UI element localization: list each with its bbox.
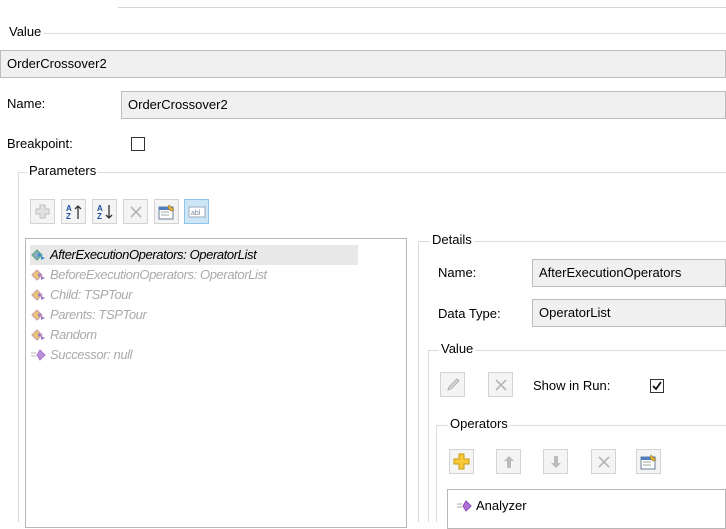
- clear-value-button[interactable]: [488, 372, 513, 397]
- move-up-button[interactable]: [496, 449, 521, 474]
- add-icon: [453, 453, 470, 470]
- text-field-icon: abl: [188, 206, 205, 217]
- value-group-border: [10, 33, 726, 34]
- sort-ascending-button[interactable]: A Z: [61, 199, 86, 224]
- svg-text:abl: abl: [191, 210, 201, 217]
- details-value-group-title: Value: [439, 341, 476, 357]
- parameter-icon: [31, 269, 45, 281]
- list-item[interactable]: Child: TSPTour: [30, 285, 132, 305]
- details-name-field[interactable]: AfterExecutionOperators: [532, 259, 726, 287]
- properties-icon: [640, 453, 657, 469]
- show-in-run-label: Show in Run:: [533, 378, 611, 393]
- parameters-group-left-border: [18, 172, 19, 522]
- add-icon: [35, 204, 50, 219]
- move-down-button[interactable]: [543, 449, 568, 474]
- details-datatype-field[interactable]: OperatorList: [532, 299, 726, 327]
- list-item[interactable]: Successor: null: [30, 345, 133, 365]
- arrow-down-icon: [550, 455, 561, 468]
- value-group-title: Value: [7, 24, 44, 40]
- name-field[interactable]: OrderCrossover2: [121, 91, 726, 119]
- list-item[interactable]: Parents: TSPTour: [30, 305, 147, 325]
- remove-icon: [494, 378, 507, 391]
- details-datatype-label: Data Type:: [438, 306, 501, 321]
- svg-text:Z: Z: [66, 212, 71, 221]
- operator-properties-button[interactable]: [636, 449, 661, 474]
- details-group-left-border: [418, 241, 419, 522]
- operators-list[interactable]: Analyzer: [447, 489, 726, 529]
- sort-descending-icon: A Z: [97, 204, 112, 221]
- list-item[interactable]: BeforeExecutionOperators: OperatorList: [30, 265, 267, 285]
- remove-parameter-button[interactable]: [123, 199, 148, 224]
- sort-descending-button[interactable]: A Z: [92, 199, 117, 224]
- svg-text:Z: Z: [97, 212, 102, 221]
- parameters-group-border: [18, 172, 726, 173]
- remove-icon: [597, 455, 610, 468]
- add-operator-button[interactable]: [449, 449, 474, 474]
- parameter-icon: [31, 249, 45, 261]
- details-name-label: Name:: [438, 265, 477, 280]
- name-label: Name:: [7, 96, 46, 111]
- pencil-icon: [446, 377, 460, 391]
- operators-group-left-border: [436, 425, 437, 522]
- parameter-icon: [31, 309, 45, 321]
- list-item[interactable]: Random: [30, 325, 97, 345]
- text-field-button[interactable]: abl: [184, 199, 209, 224]
- edit-value-button[interactable]: [440, 372, 465, 397]
- properties-icon: [158, 203, 175, 219]
- details-value-group-left-border: [428, 350, 429, 522]
- arrow-up-icon: [503, 455, 514, 468]
- remove-operator-button[interactable]: [591, 449, 616, 474]
- properties-button[interactable]: [154, 199, 179, 224]
- parameter-icon: [31, 289, 45, 301]
- details-group-title: Details: [430, 232, 474, 248]
- checkmark-icon: [652, 381, 662, 391]
- operators-group-title: Operators: [448, 416, 510, 432]
- parameter-icon: [31, 329, 45, 341]
- breakpoint-label: Breakpoint:: [7, 136, 73, 151]
- parameters-group-title: Parameters: [27, 163, 99, 179]
- operator-icon: [457, 500, 472, 512]
- show-in-run-checkbox[interactable]: [650, 379, 664, 393]
- list-item[interactable]: Analyzer: [456, 496, 527, 516]
- list-item[interactable]: AfterExecutionOperators: OperatorList: [30, 245, 358, 265]
- value-field[interactable]: OrderCrossover2: [0, 50, 726, 78]
- sort-ascending-icon: A Z: [66, 204, 81, 221]
- breakpoint-checkbox[interactable]: [131, 137, 145, 151]
- top-divider: [118, 7, 726, 8]
- parameters-list[interactable]: AfterExecutionOperators: OperatorList Be…: [25, 238, 407, 528]
- remove-icon: [129, 205, 142, 218]
- operator-icon: [31, 349, 46, 361]
- add-parameter-button[interactable]: [30, 199, 55, 224]
